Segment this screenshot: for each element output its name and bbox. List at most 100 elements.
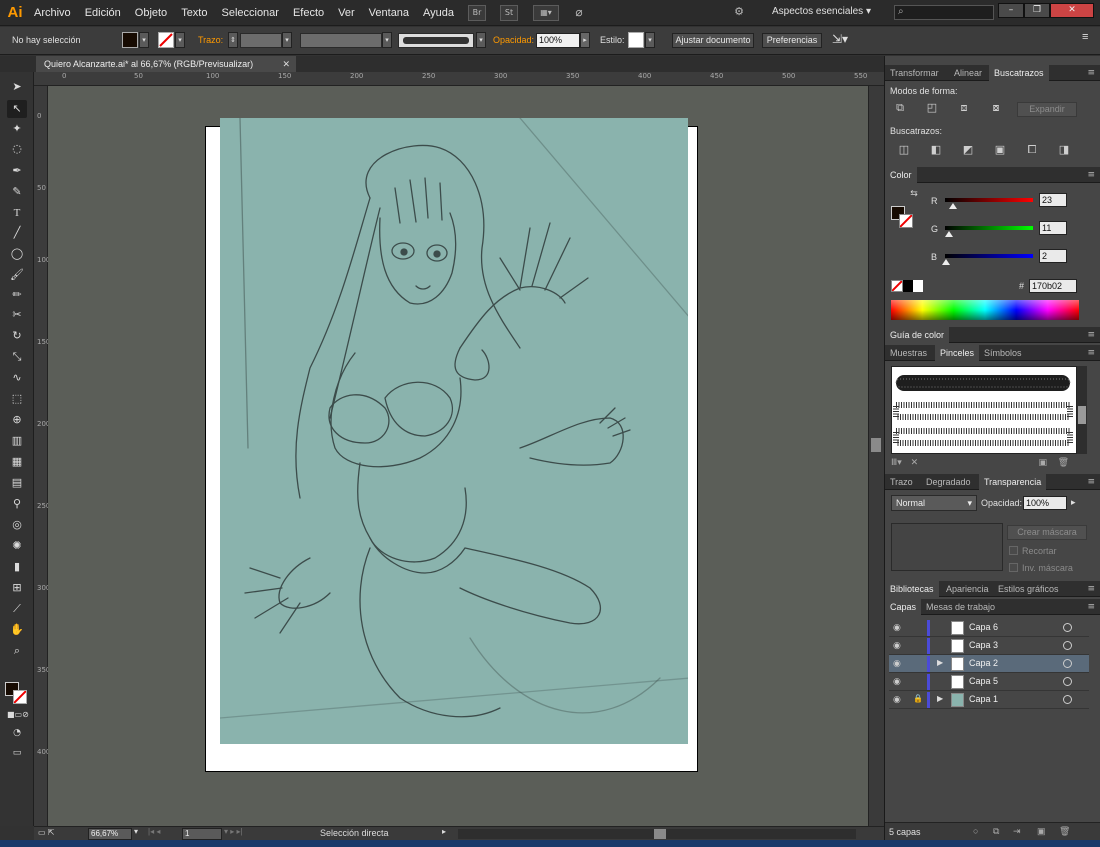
none-swatch[interactable] [891, 280, 903, 292]
minus-back-icon[interactable]: ◨ [1055, 142, 1073, 158]
workspace-switcher-icon[interactable]: ⚙ [730, 5, 748, 21]
intersect-icon[interactable]: ⧈ [955, 100, 973, 116]
fill-swatch[interactable] [122, 32, 138, 48]
channel-value[interactable]: 23 [1039, 193, 1067, 207]
search-input[interactable]: ⌕ [894, 5, 994, 20]
white-swatch[interactable] [913, 280, 923, 292]
channel-slider[interactable] [945, 198, 1033, 202]
tab-capas[interactable]: Capas [885, 599, 922, 615]
layer-row-selected[interactable]: ◉ ▶ Capa 2 [889, 655, 1089, 673]
lock-icon[interactable]: 🔒 [913, 694, 923, 703]
pencil-tool-icon[interactable]: ✏ [7, 286, 27, 304]
eye-icon[interactable]: ◉ [893, 694, 905, 706]
document-tab[interactable]: Quiero Alcanzarte.ai* al 66,67% (RGB/Pre… [36, 56, 296, 72]
layer-name[interactable]: Capa 5 [969, 676, 998, 686]
layer-row[interactable]: ◉ 🔒 ▶ Capa 1 [889, 691, 1089, 709]
expand-arrow-icon[interactable]: ▶ [937, 658, 943, 667]
brush-libraries-icon[interactable]: Ⅲ▾ [891, 458, 902, 468]
perspective-grid-tool-icon[interactable]: ▥ [7, 432, 27, 450]
eye-icon[interactable]: ◉ [893, 676, 905, 688]
zoom-dropdown-icon[interactable]: ▾ [134, 827, 138, 836]
expand-arrow-icon[interactable]: ▶ [937, 694, 943, 703]
stroke-weight-dropdown[interactable]: ▾ [282, 32, 292, 48]
opacity-slider-arrow-icon[interactable]: ▸ [1071, 497, 1076, 508]
rotate-tool-icon[interactable]: ↻ [7, 327, 27, 345]
panel-menu-icon[interactable]: ≡ [1087, 581, 1095, 597]
graphic-style-swatch[interactable] [628, 32, 644, 48]
layer-row[interactable]: ◉ Capa 5 [889, 673, 1089, 691]
scale-tool-icon[interactable]: ⤡ [7, 348, 27, 366]
opacity-field[interactable]: 100% [536, 33, 580, 48]
draw-mode-icon[interactable]: ◔ [7, 724, 27, 742]
channel-slider[interactable] [945, 226, 1033, 230]
crop-icon[interactable]: ▣ [991, 142, 1009, 158]
layer-name[interactable]: Capa 6 [969, 622, 998, 632]
symbol-sprayer-tool-icon[interactable]: ✺ [7, 537, 27, 555]
stroke-weight-stepper[interactable]: ⇕ [228, 32, 238, 48]
stock-icon[interactable]: St [500, 5, 518, 21]
locate-object-icon[interactable]: ○ [973, 826, 978, 836]
hex-field[interactable]: 170b02 [1029, 279, 1077, 293]
ellipse-tool-icon[interactable]: ◯ [7, 245, 27, 263]
type-tool-icon[interactable]: T [7, 204, 27, 222]
layer-name[interactable]: Capa 3 [969, 640, 998, 650]
tab-simbolos[interactable]: Símbolos [979, 345, 1027, 361]
zoom-field[interactable]: 66,67% [88, 828, 132, 840]
layer-name[interactable]: Capa 1 [969, 694, 998, 704]
shape-builder-tool-icon[interactable]: ⊕ [7, 411, 27, 429]
zoom-tool-icon[interactable]: ⌕ [7, 642, 27, 660]
new-sublayer-icon[interactable]: ⇥ [1013, 826, 1021, 837]
screen-mode-icon[interactable]: ▭ [7, 744, 27, 762]
layer-row[interactable]: ◉ Capa 6 [889, 619, 1089, 637]
scissors-tool-icon[interactable]: ✂ [7, 306, 27, 324]
brush-dropdown[interactable]: ▾ [476, 32, 486, 48]
blend-tool-icon[interactable]: ◎ [7, 516, 27, 534]
target-icon[interactable] [1063, 677, 1072, 686]
menu-ver[interactable]: Ver [338, 7, 355, 19]
unite-icon[interactable]: ⧉ [891, 100, 909, 116]
brush-list[interactable] [891, 366, 1077, 454]
stroke-label[interactable]: Trazo: [198, 35, 223, 45]
target-icon[interactable] [1063, 641, 1072, 650]
document-setup-button[interactable]: Ajustar documento [672, 33, 754, 48]
tab-transformar[interactable]: Transformar [885, 65, 944, 81]
slider-thumb[interactable] [941, 259, 950, 265]
profile-dropdown[interactable]: ▾ [382, 32, 392, 48]
merge-icon[interactable]: ◩ [959, 142, 977, 158]
new-brush-icon[interactable]: ▣ [1038, 458, 1047, 468]
eye-icon[interactable]: ◉ [893, 622, 905, 634]
warp-tool-icon[interactable]: ∿ [7, 369, 27, 387]
make-mask-button[interactable]: Crear máscara [1007, 525, 1087, 540]
color-mode-icons[interactable]: ■▭⊘ [7, 706, 29, 724]
channel-slider[interactable] [945, 254, 1033, 258]
vertical-scrollbar[interactable] [868, 86, 884, 826]
divide-icon[interactable]: ◫ [895, 142, 913, 158]
target-icon[interactable] [1063, 695, 1072, 704]
horizontal-scroll-thumb[interactable] [654, 829, 666, 839]
brush-list-scrollbar[interactable] [1077, 366, 1087, 454]
tab-degradado[interactable]: Degradado [921, 474, 976, 490]
tab-mesas-de-trabajo[interactable]: Mesas de trabajo [921, 599, 1000, 615]
color-spectrum[interactable] [891, 300, 1079, 320]
tab-trazo[interactable]: Trazo [885, 474, 918, 490]
pen-tool-icon[interactable]: ✒ [7, 162, 27, 180]
clipping-mask-icon[interactable]: ⧉ [993, 826, 999, 837]
menu-texto[interactable]: Texto [181, 7, 207, 19]
lasso-tool-icon[interactable]: ◌ [7, 140, 27, 158]
artboard-prev-icons[interactable]: |◂ ◂ [148, 827, 160, 836]
status-menu-icon[interactable]: ▸ [442, 827, 446, 836]
slice-tool-icon[interactable]: ⟋ [7, 600, 27, 618]
menu-seleccionar[interactable]: Seleccionar [221, 7, 278, 19]
mask-thumbnail[interactable] [891, 523, 1003, 571]
graphic-style-dropdown[interactable]: ▾ [645, 32, 655, 48]
tab-alinear[interactable]: Alinear [949, 65, 987, 81]
trim-icon[interactable]: ◧ [927, 142, 945, 158]
horizontal-ruler[interactable]: 0 50 100 150 200 250 300 350 400 450 500… [34, 72, 884, 86]
stroke-swatch[interactable] [158, 32, 174, 48]
sketch-image[interactable] [220, 118, 688, 744]
menu-edicion[interactable]: Edición [85, 7, 121, 19]
menu-ayuda[interactable]: Ayuda [423, 7, 454, 19]
clip-checkbox[interactable] [1009, 546, 1018, 555]
expand-button[interactable]: Expandir [1017, 102, 1077, 117]
menu-ventana[interactable]: Ventana [369, 7, 409, 19]
